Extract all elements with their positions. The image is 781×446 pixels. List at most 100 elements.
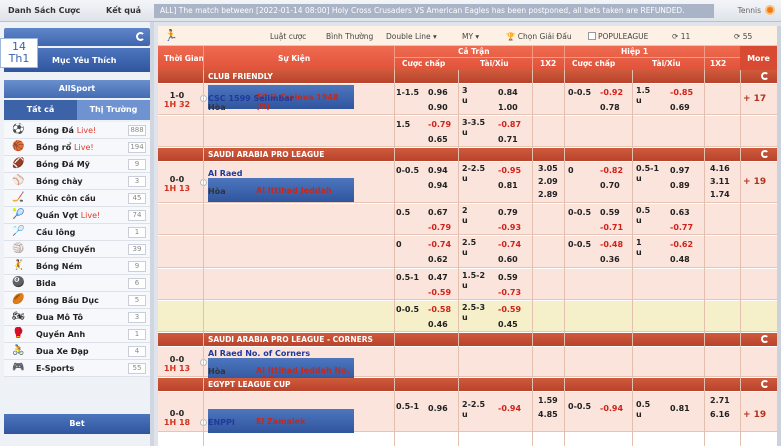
live-runner-icon[interactable]: 🏃 <box>164 29 178 42</box>
odds-value[interactable]: -0.48 <box>600 240 623 249</box>
ticker-sport-label[interactable]: Tennis <box>738 6 761 15</box>
1x2-odds[interactable]: 2.71 <box>710 396 730 405</box>
home-team[interactable]: Al Raed <box>208 169 242 178</box>
refresh-icon[interactable] <box>761 150 769 158</box>
sidebar-item-sport[interactable]: 🏈 Bóng Đá Mỹ 9 <box>4 156 150 173</box>
odds-value[interactable]: -0.92 <box>600 88 623 97</box>
tab-market[interactable]: Thị Trường <box>77 100 150 120</box>
odds-value[interactable]: 0.60 <box>498 255 518 264</box>
odds-value[interactable]: -0.94 <box>600 404 623 413</box>
odds-value[interactable]: 0.63 <box>670 208 690 217</box>
odds-value[interactable]: 0.97 <box>670 166 690 175</box>
odds-value[interactable]: -0.85 <box>670 88 693 97</box>
popular-checkbox[interactable] <box>588 32 596 40</box>
sidebar-item-sport[interactable]: 🏍 Đua Mô Tô 3 <box>4 309 150 326</box>
odds-value[interactable]: -0.94 <box>498 404 521 413</box>
away-team[interactable]: CSC 1599 Selimbar <box>208 94 294 103</box>
more-markets-link[interactable]: + 19 <box>743 177 766 187</box>
sidebar-item-sport[interactable]: 🏀 Bóng rổ Live! 194 <box>4 139 150 156</box>
odds-value[interactable]: -0.59 <box>498 305 521 314</box>
1x2-odds[interactable]: 1.74 <box>710 190 730 199</box>
league-header[interactable]: CLUB FRIENDLY <box>158 70 777 83</box>
odds-value[interactable]: 0.81 <box>670 404 690 413</box>
league-header[interactable]: SAUDI ARABIA PRO LEAGUE - CORNERS <box>158 333 777 346</box>
sidebar-item-sport[interactable]: 🎾 Quần Vợt Live! 74 <box>4 207 150 224</box>
date-badge[interactable]: 14 Th1 <box>0 38 38 68</box>
1x2-odds[interactable]: 3.11 <box>710 177 730 186</box>
odds-value[interactable]: -0.74 <box>428 240 451 249</box>
more-markets-link[interactable]: + 19 <box>743 410 766 420</box>
sidebar-item-sport[interactable]: 🎮 E-Sports 55 <box>4 360 150 377</box>
odds-value[interactable]: 0.70 <box>600 181 620 190</box>
refresh-icon[interactable] <box>761 380 769 388</box>
odds-value[interactable]: 0.96 <box>428 404 448 413</box>
1x2-odds[interactable]: 3.05 <box>538 164 558 173</box>
odds-value[interactable]: -0.71 <box>600 223 623 232</box>
hot-icon[interactable] <box>765 5 775 15</box>
odds-value[interactable]: 0.94 <box>428 166 448 175</box>
more-markets-link[interactable]: + 17 <box>743 94 766 104</box>
odds-value[interactable]: -0.77 <box>670 223 693 232</box>
refresh-icon[interactable] <box>761 72 769 80</box>
sidebar-item-sport[interactable]: 🚴 Đua Xe Đạp 4 <box>4 343 150 360</box>
refresh-icon[interactable] <box>761 335 769 343</box>
odds-type-select[interactable]: MY ▾ <box>462 32 479 41</box>
odds-value[interactable]: 0.78 <box>600 103 620 112</box>
rules-link[interactable]: Luật cược <box>270 32 306 41</box>
league-header[interactable]: EGYPT LEAGUE CUP <box>158 378 777 391</box>
odds-value[interactable]: 0.89 <box>670 181 690 190</box>
1x2-odds[interactable]: 1.59 <box>538 396 558 405</box>
tab-all[interactable]: Tất cả <box>4 100 77 120</box>
odds-value[interactable]: -0.79 <box>428 223 451 232</box>
odds-value[interactable]: 0.45 <box>498 320 518 329</box>
odds-value[interactable]: -0.79 <box>428 120 451 129</box>
odds-value[interactable]: 0.62 <box>428 255 448 264</box>
main-scrollbar[interactable] <box>777 26 781 446</box>
league-select-button[interactable]: 🏆 Chọn Giải Đấu <box>506 32 572 41</box>
home-team[interactable]: Al Raed No. of Corners <box>208 349 310 358</box>
double-line-select[interactable]: Double Line ▾ <box>386 32 437 41</box>
sidebar-item-sport[interactable]: 🏉 Bóng Bầu Dục 5 <box>4 292 150 309</box>
sidebar-item-sport[interactable]: 🏒 Khúc côn cầu 45 <box>4 190 150 207</box>
bet-slip-button[interactable]: Bet <box>4 414 150 434</box>
away-team[interactable]: ENPPI <box>208 418 235 427</box>
odds-value[interactable]: 0.79 <box>498 208 518 217</box>
odds-value[interactable]: -0.73 <box>498 288 521 297</box>
sidebar-item-sport[interactable]: 🏸 Cầu lông 1 <box>4 224 150 241</box>
1x2-odds[interactable]: 6.16 <box>710 410 730 419</box>
odds-value[interactable]: 0.94 <box>428 181 448 190</box>
odds-value[interactable]: -0.93 <box>498 223 521 232</box>
sidebar-item-sport[interactable]: 🤾 Bóng Ném 9 <box>4 258 150 275</box>
refresh-icon[interactable] <box>136 32 145 41</box>
odds-value[interactable]: -0.59 <box>428 288 451 297</box>
odds-value[interactable]: 0.84 <box>498 88 518 97</box>
odds-value[interactable]: 0.47 <box>428 273 448 282</box>
odds-value[interactable]: 0.65 <box>428 135 448 144</box>
odds-value[interactable]: 0.59 <box>498 273 518 282</box>
sidebar-item-sport[interactable]: ⚾ Bóng chày 3 <box>4 173 150 190</box>
odds-value[interactable]: -0.87 <box>498 120 521 129</box>
1x2-odds[interactable]: 2.89 <box>538 190 558 199</box>
odds-value[interactable]: 1.00 <box>498 103 518 112</box>
odds-value[interactable]: 0.71 <box>498 135 518 144</box>
refresh-button-2[interactable]: ⟳ 55 <box>734 32 752 41</box>
nav-results[interactable]: Kết quả <box>106 6 141 15</box>
odds-value[interactable]: -0.74 <box>498 240 521 249</box>
nav-bet-list[interactable]: Danh Sách Cược <box>8 6 80 15</box>
allsport-header[interactable]: AllSport <box>4 80 150 98</box>
1x2-odds[interactable]: 2.09 <box>538 177 558 186</box>
odds-value[interactable]: 0.67 <box>428 208 448 217</box>
sidebar-item-sport[interactable]: ⚽ Bóng Đá Live! 888 <box>4 122 150 139</box>
odds-value[interactable]: 0.36 <box>600 255 620 264</box>
league-header[interactable]: SAUDI ARABIA PRO LEAGUE <box>158 148 777 161</box>
odds-value[interactable]: 0.69 <box>670 103 690 112</box>
1x2-odds[interactable]: 4.85 <box>538 410 558 419</box>
sidebar-item-sport[interactable]: 🎱 Bida 6 <box>4 275 150 292</box>
sidebar-item-sport[interactable]: 🏐 Bóng Chuyền 39 <box>4 241 150 258</box>
refresh-button-1[interactable]: ⟳ 11 <box>672 32 690 41</box>
odds-value[interactable]: -0.82 <box>600 166 623 175</box>
odds-value[interactable]: 0.96 <box>428 88 448 97</box>
odds-value[interactable]: 0.48 <box>670 255 690 264</box>
popular-league-toggle[interactable]: POPULEAGUE <box>588 32 648 41</box>
odds-value[interactable]: 0.90 <box>428 103 448 112</box>
